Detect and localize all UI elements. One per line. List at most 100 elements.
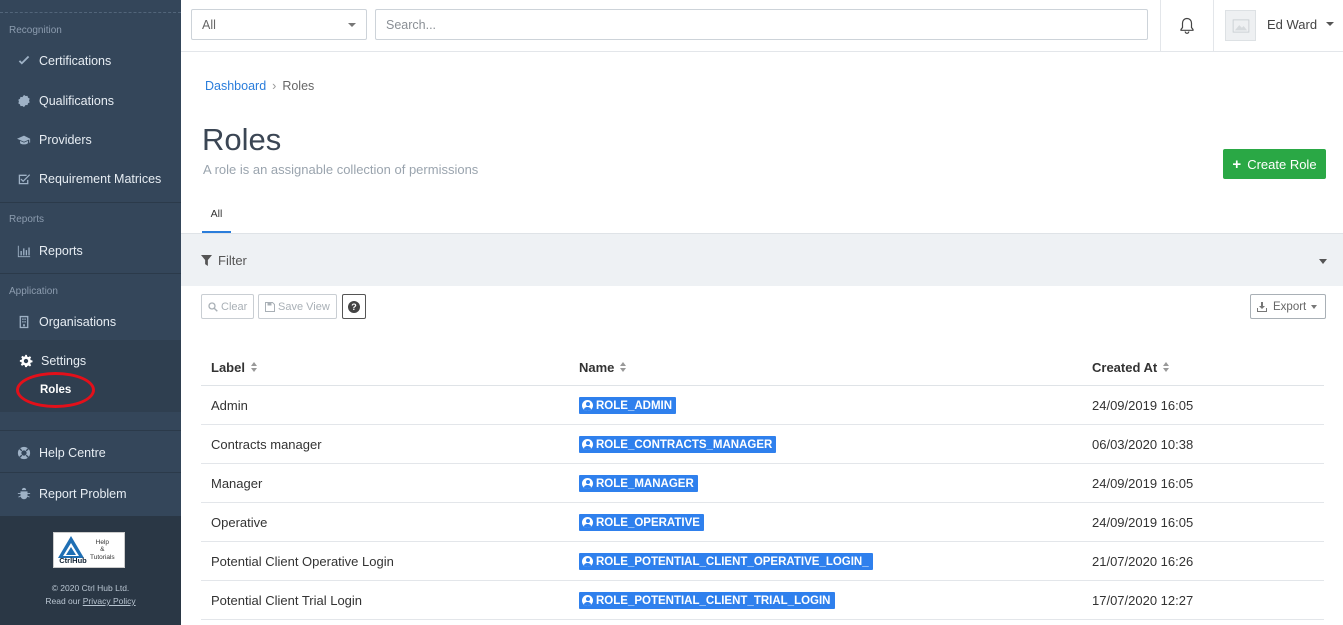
user-name[interactable]: Ed Ward [1267, 17, 1317, 32]
tab-all[interactable]: All [202, 206, 231, 233]
chevron-down-icon[interactable] [1326, 22, 1334, 26]
privacy-policy-link[interactable]: Privacy Policy [83, 596, 136, 606]
created-at: 06/03/2020 10:38 [1092, 437, 1194, 452]
building-icon [16, 314, 32, 330]
breadcrumb-dashboard-link[interactable]: Dashboard [205, 79, 266, 93]
chevron-down-icon [348, 23, 356, 27]
bell-icon [1180, 17, 1194, 34]
table-header: Label Name Created At [201, 348, 1324, 386]
sidebar-item-label: Organisations [39, 314, 117, 329]
table-row[interactable]: Potential Client Trial Login ROLE_POTENT… [201, 581, 1324, 620]
role-label: Potential Client Operative Login [211, 554, 394, 569]
sidebar-section-recognition: Recognition [9, 25, 62, 36]
sidebar: Recognition Certifications Qualification… [0, 0, 181, 625]
role-label: Admin [211, 398, 248, 413]
role-name-badge[interactable]: ROLE_MANAGER [579, 475, 698, 492]
filter-icon [201, 255, 212, 266]
help-button[interactable]: ? [342, 294, 366, 319]
chevron-down-icon[interactable] [1319, 259, 1327, 264]
user-circle-icon [582, 556, 593, 567]
sidebar-item-label: Report Problem [39, 486, 127, 501]
filter-toggle[interactable]: Filter [201, 253, 247, 268]
chevron-right-icon: › [272, 79, 277, 93]
sidebar-item-settings[interactable]: Settings [0, 341, 181, 380]
badge-seal-icon [16, 93, 32, 109]
sidebar-item-certifications[interactable]: Certifications [0, 41, 181, 80]
role-name-badge[interactable]: ROLE_ADMIN [579, 397, 677, 414]
save-view-button[interactable]: Save View [258, 294, 337, 319]
created-at: 21/07/2020 16:26 [1092, 554, 1194, 569]
column-header-created-at[interactable]: Created At [1092, 360, 1170, 375]
sidebar-item-label: Providers [39, 132, 92, 147]
check-icon [16, 53, 32, 69]
created-at: 17/07/2020 12:27 [1092, 593, 1194, 608]
created-at: 24/09/2019 16:05 [1092, 515, 1194, 530]
breadcrumb-current: Roles [282, 79, 315, 93]
table-row[interactable]: Manager ROLE_MANAGER 24/09/2019 16:05 [201, 464, 1324, 503]
avatar[interactable] [1225, 10, 1256, 41]
lifebuoy-icon [16, 445, 32, 461]
notifications-button[interactable] [1160, 0, 1214, 52]
column-header-name[interactable]: Name [579, 360, 627, 375]
role-name-badge[interactable]: ROLE_POTENTIAL_CLIENT_TRIAL_LOGIN [579, 592, 835, 609]
sidebar-item-report-problem[interactable]: Report Problem [0, 474, 181, 513]
user-circle-icon [582, 595, 593, 606]
sidebar-divider [0, 430, 181, 431]
user-circle-icon [582, 439, 593, 450]
page-title: Roles [202, 122, 282, 157]
role-label: Operative [211, 515, 268, 530]
download-icon [1257, 301, 1267, 312]
sidebar-item-label: Qualifications [39, 93, 115, 108]
chevron-down-icon [1311, 305, 1317, 309]
create-role-button[interactable]: + Create Role [1223, 149, 1326, 179]
filter-bar[interactable]: Filter [181, 233, 1343, 286]
plus-icon: + [1232, 155, 1242, 173]
sidebar-item-label: Settings [41, 353, 87, 368]
table-row[interactable]: Admin ROLE_ADMIN 24/09/2019 16:05 [201, 386, 1324, 425]
search-input[interactable] [375, 9, 1148, 40]
checkbox-icon [16, 171, 32, 187]
role-name-badge[interactable]: ROLE_POTENTIAL_CLIENT_OPERATIVE_LOGIN_ [579, 553, 873, 570]
sidebar-item-qualifications[interactable]: Qualifications [0, 81, 181, 120]
sort-icon [250, 362, 258, 373]
role-label: Manager [211, 476, 263, 491]
role-name-badge[interactable]: ROLE_CONTRACTS_MANAGER [579, 436, 777, 453]
role-name-badge[interactable]: ROLE_OPERATIVE [579, 514, 704, 531]
ctrlhub-help-logo[interactable]: CtrlHub Help & Tutorials [53, 532, 125, 568]
top-bar: All Ed Ward [181, 0, 1343, 52]
table-row[interactable]: Potential Client Operative Login ROLE_PO… [201, 542, 1324, 581]
page-subtitle: A role is an assignable collection of pe… [203, 162, 479, 177]
created-at: 24/09/2019 16:05 [1092, 398, 1194, 413]
ctrlhub-logo: CtrlHub [56, 534, 87, 566]
user-circle-icon [582, 400, 593, 411]
table-row[interactable]: Contracts manager ROLE_CONTRACTS_MANAGER… [201, 425, 1324, 464]
user-circle-icon [582, 478, 593, 489]
breadcrumb: Dashboard › Roles [205, 79, 314, 93]
bug-icon [16, 486, 32, 502]
bar-chart-icon [16, 243, 32, 259]
column-header-label[interactable]: Label [211, 360, 258, 375]
sidebar-item-label: Reports [39, 243, 83, 258]
export-button[interactable]: Export [1250, 294, 1326, 319]
search-icon [208, 301, 218, 312]
scope-select[interactable]: All [191, 9, 367, 40]
sort-icon [620, 362, 627, 373]
sidebar-item-organisations[interactable]: Organisations [0, 302, 181, 341]
clear-button[interactable]: Clear [201, 294, 255, 319]
table-row[interactable]: Operative ROLE_OPERATIVE 24/09/2019 16:0… [201, 503, 1324, 542]
sidebar-item-providers[interactable]: Providers [0, 120, 181, 159]
sidebar-divider [0, 472, 181, 473]
sidebar-item-help-centre[interactable]: Help Centre [0, 433, 181, 472]
role-label: Potential Client Trial Login [211, 593, 363, 608]
question-icon: ? [348, 300, 360, 313]
user-circle-icon [582, 517, 593, 528]
image-placeholder-icon [1232, 18, 1249, 33]
sidebar-divider [0, 273, 181, 274]
sidebar-divider [0, 12, 181, 13]
sidebar-item-requirement-matrices[interactable]: Requirement Matrices [0, 159, 181, 198]
sidebar-item-reports[interactable]: Reports [0, 231, 181, 270]
sidebar-item-label: Requirement Matrices [39, 171, 162, 186]
save-icon [265, 301, 275, 312]
gear-icon [18, 353, 34, 369]
sidebar-footer: CtrlHub Help & Tutorials © 2020 Ctrl Hub… [0, 516, 181, 625]
